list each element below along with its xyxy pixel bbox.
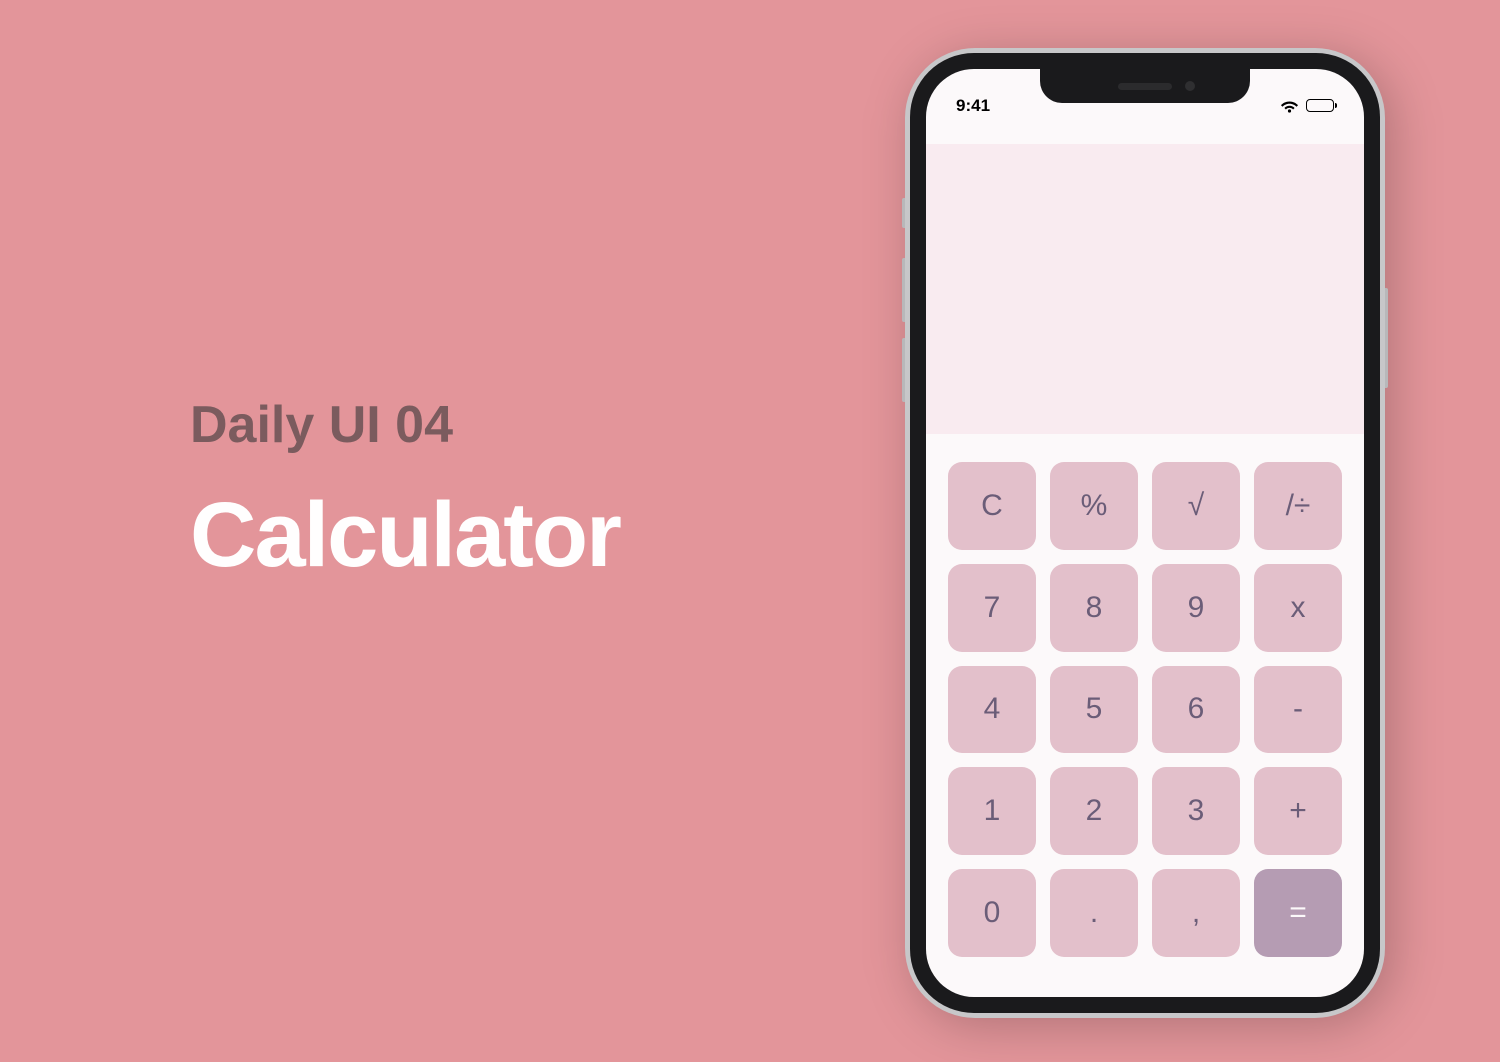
key-equals[interactable]: = <box>1254 869 1342 957</box>
key-add[interactable]: + <box>1254 767 1342 855</box>
key-divide[interactable]: /÷ <box>1254 462 1342 550</box>
key-subtract[interactable]: - <box>1254 666 1342 754</box>
key-comma[interactable]: , <box>1152 869 1240 957</box>
key-3[interactable]: 3 <box>1152 767 1240 855</box>
volume-up-button <box>902 258 905 322</box>
key-clear[interactable]: C <box>948 462 1036 550</box>
key-0[interactable]: 0 <box>948 869 1036 957</box>
volume-down-button <box>902 338 905 402</box>
notch <box>1040 69 1250 103</box>
speaker-grille <box>1118 83 1172 90</box>
front-camera <box>1185 81 1195 91</box>
power-button <box>1385 288 1388 388</box>
key-2[interactable]: 2 <box>1050 767 1138 855</box>
key-7[interactable]: 7 <box>948 564 1036 652</box>
phone-mockup: 9:41 <box>905 48 1385 1018</box>
status-icons <box>1280 99 1334 113</box>
key-5[interactable]: 5 <box>1050 666 1138 754</box>
calculator-display <box>926 144 1364 434</box>
key-4[interactable]: 4 <box>948 666 1036 754</box>
wifi-icon <box>1280 99 1299 113</box>
key-8[interactable]: 8 <box>1050 564 1138 652</box>
key-9[interactable]: 9 <box>1152 564 1240 652</box>
title: Calculator <box>190 483 620 588</box>
promo-text-block: Daily UI 04 Calculator <box>190 395 620 588</box>
status-time: 9:41 <box>956 96 990 116</box>
key-sqrt[interactable]: √ <box>1152 462 1240 550</box>
key-1[interactable]: 1 <box>948 767 1036 855</box>
key-percent[interactable]: % <box>1050 462 1138 550</box>
phone-frame: 9:41 <box>905 48 1385 1018</box>
phone-bezel: 9:41 <box>910 53 1380 1013</box>
key-6[interactable]: 6 <box>1152 666 1240 754</box>
calculator-keypad: C%√/÷ 789x 456- 123+0.,= <box>926 434 1364 997</box>
subtitle: Daily UI 04 <box>190 395 620 455</box>
phone-screen: 9:41 <box>926 69 1364 997</box>
key-multiply[interactable]: x <box>1254 564 1342 652</box>
key-dot[interactable]: . <box>1050 869 1138 957</box>
silence-switch <box>902 198 905 228</box>
battery-icon <box>1306 99 1334 112</box>
